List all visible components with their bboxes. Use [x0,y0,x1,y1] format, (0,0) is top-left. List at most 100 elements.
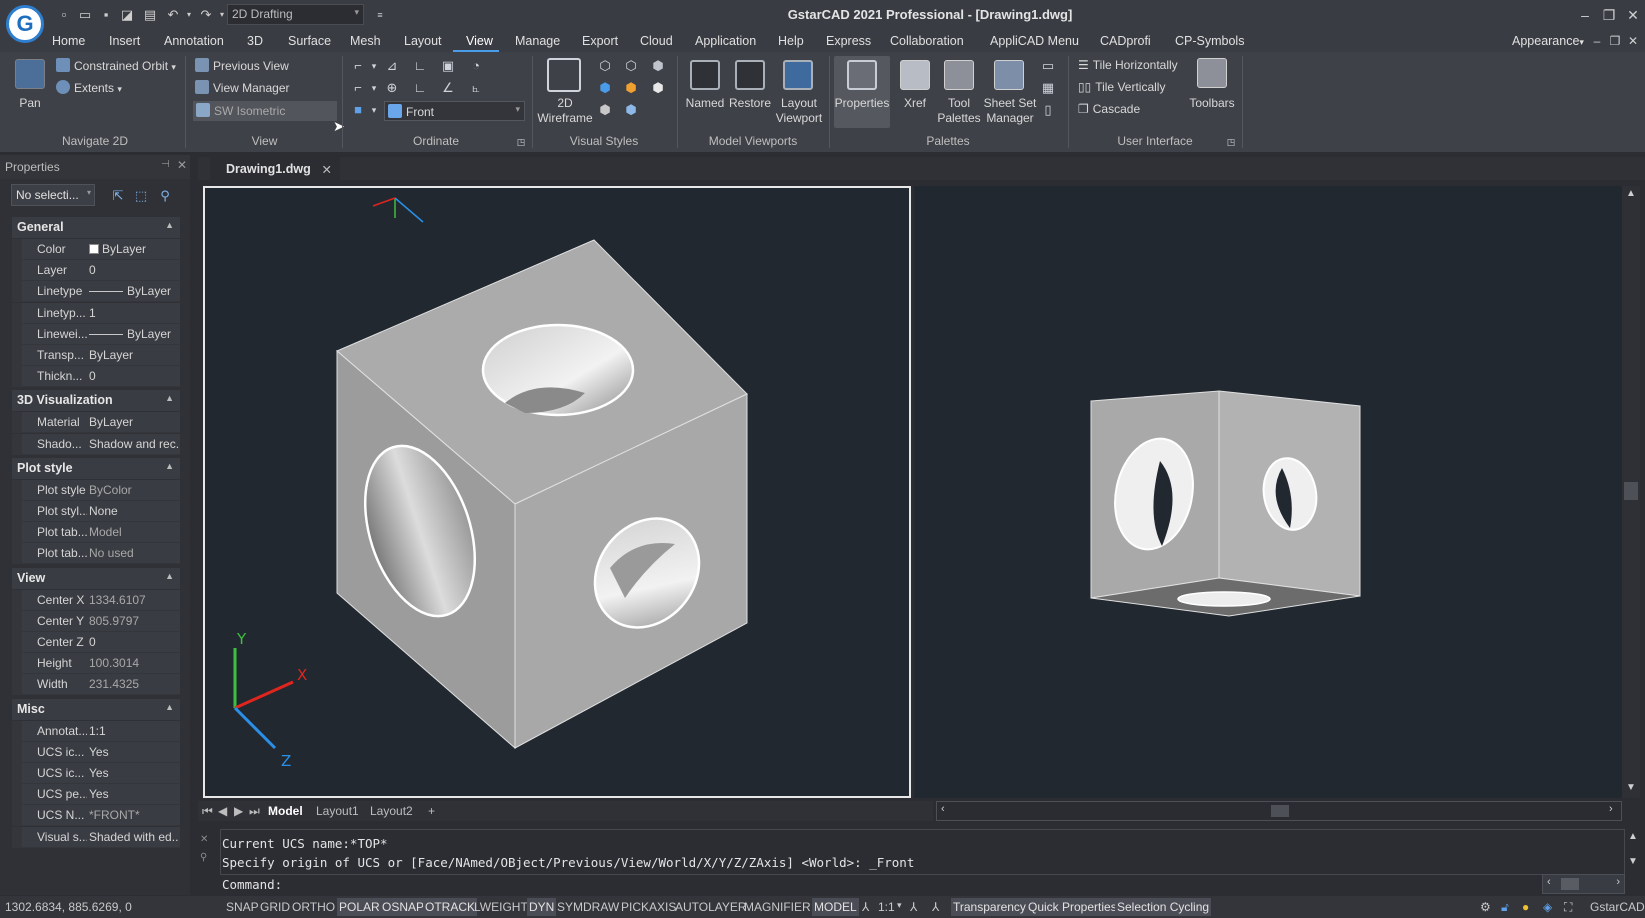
property-row[interactable]: Width 231.4325 [12,674,180,696]
properties-icon[interactable] [847,60,877,90]
gray-cube-icon[interactable]: ⬢ [597,102,613,118]
ucs-x-icon[interactable]: ∟ [412,80,428,96]
design-center-icon[interactable]: ▯ [1040,102,1056,118]
section-3d-visualization[interactable]: 3D Visualization ▲ [12,390,180,412]
properties-palette-button[interactable]: Properties [834,96,890,111]
view-manager-button[interactable]: View Manager [195,80,290,95]
tool-palettes-label-2[interactable]: Palettes [936,111,982,126]
open-folder-icon[interactable]: ▭ [77,7,93,23]
property-row[interactable]: UCS pe... Yes [12,784,180,806]
status-toggle-symdraw[interactable]: SYMDRAW [557,900,619,914]
scroll-left-icon[interactable]: ‹ [1547,876,1551,888]
vertical-scroll-thumb[interactable] [1624,482,1638,500]
lock-icon[interactable]: 🔓︎ [1501,900,1509,915]
select-objects-icon[interactable]: ⬚ [133,188,149,204]
property-value[interactable]: ByLayer [89,327,179,341]
scroll-down-icon[interactable]: ▼ [1626,782,1636,793]
previous-view-button[interactable]: Previous View [195,58,289,73]
tab-close-icon[interactable]: ✕ [322,162,332,177]
ucs-y-icon[interactable]: ∠ [440,80,456,96]
prev-layout-icon[interactable]: ◀ [218,804,227,818]
scroll-right-icon[interactable]: › [1609,803,1613,815]
layout-viewport-label-1[interactable]: Layout [772,96,826,111]
doc-close-icon[interactable]: ✕ [1623,32,1643,50]
ucs-view-icon[interactable]: ▣ [440,58,456,74]
tile-horizontally-button[interactable]: ☰ Tile Horizontally [1078,58,1178,72]
cmd-close-icon[interactable]: ✕ [200,834,208,845]
tab-drawing1[interactable]: Drawing1.dwg ✕ [210,157,340,180]
redo-icon[interactable]: ↷ [198,7,214,23]
collapse-triangle-icon[interactable]: ▲ [165,702,174,712]
menu-insert[interactable]: Insert [109,34,140,48]
quick-select-icon[interactable]: ⚲ [157,188,173,204]
cascade-button[interactable]: ❐ Cascade [1078,102,1140,116]
shaded-cube-icon[interactable]: ⬢ [597,80,613,96]
collapse-triangle-icon[interactable]: ▲ [165,393,174,403]
menu-cloud[interactable]: Cloud [640,34,673,48]
xref-icon[interactable] [900,60,930,90]
menu-cadprofi[interactable]: CADprofi [1100,34,1151,48]
status-toggle-osnap[interactable]: OSNAP [380,898,427,916]
property-row[interactable]: Linetype ByLayer [12,281,180,303]
property-row[interactable]: Height 100.3014 [12,653,180,675]
menu-surface[interactable]: Surface [288,34,331,48]
toolbars-button[interactable]: Toolbars [1184,96,1240,111]
auto-scale-icon[interactable]: ⅄ [932,900,939,914]
cmd-settings-icon[interactable]: ⚲ [200,852,207,863]
property-value[interactable]: 231.4325 [89,677,179,691]
property-row[interactable]: UCS N... *FRONT* [12,805,180,827]
annotation-scale-icon[interactable]: ⅄ [862,900,869,914]
xref-button[interactable]: Xref [893,96,937,111]
palette-close-icon[interactable]: ✕ [177,158,187,172]
property-value[interactable]: ByLayer [89,415,179,429]
property-row[interactable]: UCS ic... Yes [12,763,180,784]
print-icon[interactable]: ▤ [142,7,158,23]
command-hscroll[interactable]: ‹ › [1542,874,1625,894]
undo-icon[interactable]: ↶ [165,7,181,23]
view-preset-select[interactable]: SW Isometric [193,101,337,121]
first-layout-icon[interactable]: ⏮ [202,804,213,819]
property-row[interactable]: Plot style ByColor [12,479,180,501]
property-row[interactable]: Shado... Shadow and rec... [12,433,180,455]
ucs-named-icon[interactable]: ■ [350,102,366,118]
property-value[interactable]: *FRONT* [89,808,179,822]
property-value[interactable]: Shadow and rec... [89,437,179,451]
wireframe-cube-icon[interactable]: ⬡ [597,58,613,74]
layout-viewport-label-2[interactable]: Viewport [772,111,826,126]
status-quick-properties[interactable]: Quick Properties [1026,898,1119,916]
property-value[interactable]: None [89,504,179,518]
layout-tab-layout1[interactable]: Layout1 [316,804,359,818]
status-toggle-magnifier[interactable]: MAGNIFIER [744,900,811,914]
extents-button[interactable]: Extents ▾ [56,80,122,95]
menu-view[interactable]: View [466,34,493,48]
section-plot-style[interactable]: Plot style ▲ [12,457,180,479]
section-view[interactable]: View ▲ [12,567,180,589]
constrained-orbit-button[interactable]: Constrained Orbit ▾ [56,58,176,73]
layout-tab-layout2[interactable]: Layout2 [370,804,413,818]
horizontal-scrollbar[interactable]: ‹ › [936,801,1622,821]
next-layout-icon[interactable]: ▶ [234,804,243,818]
doc-minimize-icon[interactable]: – [1587,32,1607,50]
property-row[interactable]: Center Y 805.9797 [12,610,180,632]
scroll-right-icon[interactable]: › [1616,876,1620,888]
property-value[interactable]: Model [89,525,179,539]
chevron-down-icon[interactable]: ▾ [366,102,382,118]
property-value[interactable]: No used [89,546,179,560]
menu-home[interactable]: Home [52,34,85,48]
menu-export[interactable]: Export [582,34,618,48]
property-row[interactable]: Linetyp... 1 [12,302,180,324]
menu-cp-symbols[interactable]: CP-Symbols [1175,34,1244,48]
property-row[interactable]: Layer 0 [12,260,180,282]
doc-restore-icon[interactable]: ❐ [1605,32,1625,50]
property-value[interactable]: ByLayer [89,284,179,298]
white-cube-icon[interactable]: ⬢ [650,80,666,96]
status-toggle-snap[interactable]: SNAP [226,900,259,914]
command-input[interactable] [300,876,1540,894]
ucs-previous-icon[interactable]: ⌐ [350,80,366,96]
panel-expand-icon[interactable]: ◳ [513,134,529,150]
property-row[interactable]: Material ByLayer [12,412,180,434]
viewport-right[interactable] [914,186,1622,798]
named-viewports-icon[interactable] [690,60,720,90]
realistic-cube-icon[interactable]: ⬢ [623,80,639,96]
scroll-up-icon[interactable]: ▲ [1626,188,1636,199]
